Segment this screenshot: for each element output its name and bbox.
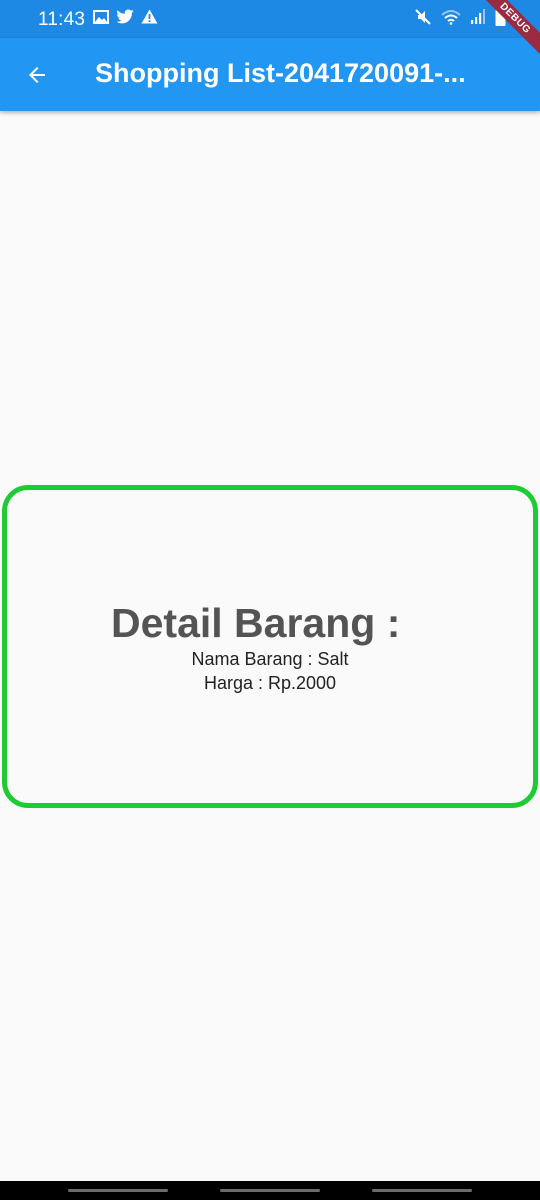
arrow-back-icon (29, 67, 45, 83)
status-right-icons (415, 7, 506, 31)
item-price-text: Harga : Rp.2000 (203, 673, 337, 693)
page-title: Shopping List-2041720091-... (95, 58, 466, 88)
mute-icon (415, 8, 431, 30)
back-button[interactable] (16, 54, 58, 96)
nav-back-handle[interactable] (372, 1189, 472, 1192)
navigation-bar (0, 1181, 540, 1200)
twitter-icon (116, 9, 134, 29)
battery-icon (495, 7, 506, 31)
status-left-icons (93, 9, 158, 29)
image-icon (93, 9, 109, 29)
item-name-text: Nama Barang : Salt (191, 649, 349, 669)
status-bar: 11:43 (0, 0, 540, 38)
detail-title: Detail Barang : (111, 600, 401, 646)
signal-icon (471, 9, 485, 29)
nav-recents-handle[interactable] (68, 1189, 168, 1192)
warning-icon (141, 9, 158, 29)
app-bar: Shopping List-2041720091-... (0, 38, 540, 111)
status-time: 11:43 (38, 9, 86, 30)
wifi-icon (441, 9, 461, 30)
nav-home-handle[interactable] (220, 1189, 320, 1192)
